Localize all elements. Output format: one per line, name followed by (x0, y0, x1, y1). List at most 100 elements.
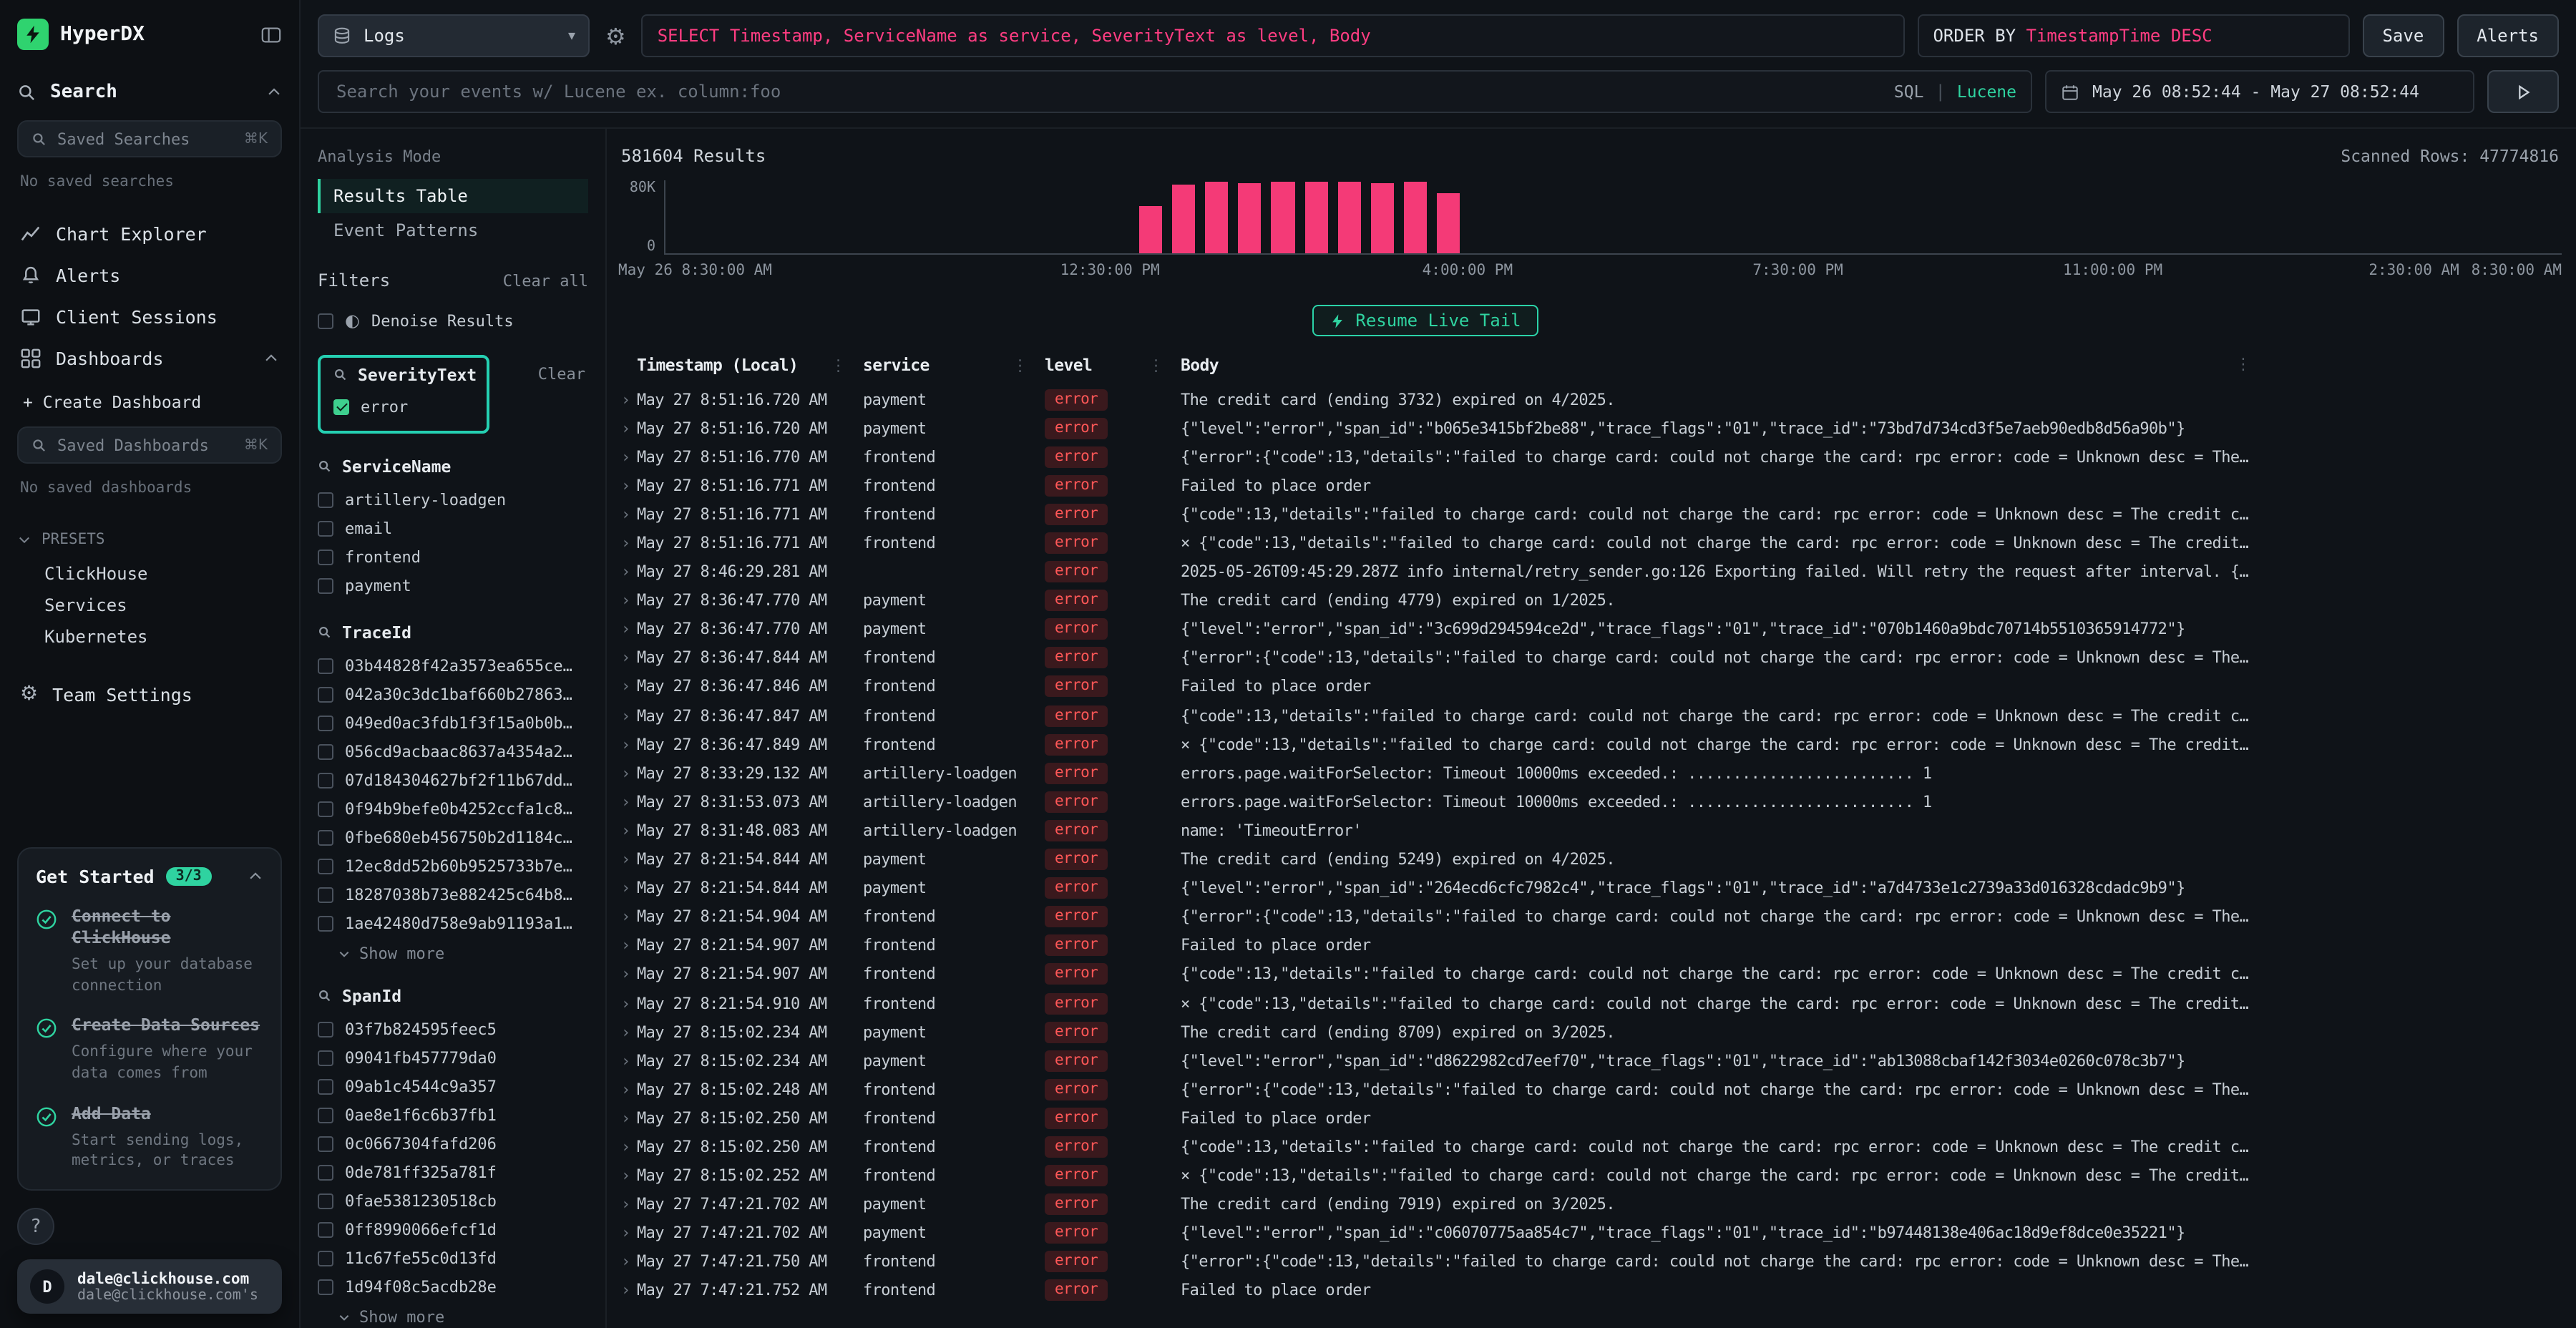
facet-option[interactable]: 18287038b73e882425c64b8… (318, 880, 588, 909)
histogram-bar[interactable] (1140, 206, 1163, 253)
facet-option[interactable]: 09041fb457779da0 (318, 1043, 588, 1072)
table-row[interactable]: ›May 27 8:51:16.770 AMfrontenderror{"err… (618, 442, 2562, 471)
row-expand-chevron[interactable]: › (618, 505, 637, 524)
table-row[interactable]: ›May 27 8:46:29.281 AMerror2025-05-26T09… (618, 557, 2562, 586)
histogram-bar[interactable] (1272, 181, 1294, 253)
table-row[interactable]: ›May 27 8:15:02.234 AMpaymenterror{"leve… (618, 1046, 2562, 1075)
checkbox[interactable] (318, 858, 333, 874)
row-expand-chevron[interactable]: › (618, 1051, 637, 1070)
run-search-button[interactable] (2487, 70, 2559, 113)
checkbox[interactable] (318, 1250, 333, 1266)
help-button[interactable]: ? (17, 1208, 54, 1245)
table-row[interactable]: ›May 27 8:36:47.847 AMfrontenderror{"cod… (618, 701, 2562, 730)
histogram-plot[interactable] (664, 180, 2562, 255)
user-menu[interactable]: D dale@clickhouse.com dale@clickhouse.co… (17, 1259, 282, 1314)
histogram-bar[interactable] (1173, 184, 1196, 253)
checkbox[interactable] (318, 743, 333, 759)
column-header-service[interactable]: service⋮ (863, 355, 1045, 375)
row-expand-chevron[interactable]: › (618, 678, 637, 696)
checkbox[interactable] (318, 829, 333, 845)
presets-header[interactable]: PRESETS (17, 531, 282, 548)
table-row[interactable]: ›May 27 8:51:16.720 AMpaymenterrorThe cr… (618, 385, 2562, 414)
sidebar-item-dashboards[interactable]: Dashboards (17, 338, 282, 379)
table-row[interactable]: ›May 27 7:47:21.752 AMfrontenderrorFaile… (618, 1276, 2562, 1305)
facet-option[interactable]: artillery-loadgen (318, 485, 588, 514)
row-expand-chevron[interactable]: › (618, 649, 637, 668)
checkbox[interactable] (318, 658, 333, 673)
facet-option[interactable]: 1ae42480d758e9ab91193a1… (318, 909, 588, 937)
facet-option[interactable]: 03b44828f42a3573ea655ce… (318, 651, 588, 680)
facet-option[interactable]: 09ab1c4544c9a357 (318, 1072, 588, 1100)
row-expand-chevron[interactable]: › (618, 821, 637, 840)
row-expand-chevron[interactable]: › (618, 1166, 637, 1185)
column-resize-handle[interactable]: ⋮ (2235, 355, 2250, 374)
histogram-bar[interactable] (1304, 182, 1327, 253)
denoise-option[interactable]: ◐ Denoise Results (318, 306, 588, 335)
sql-select-input[interactable]: SELECT Timestamp, ServiceName as service… (642, 14, 1905, 57)
row-expand-chevron[interactable]: › (618, 534, 637, 552)
table-row[interactable]: ›May 27 8:21:54.844 AMpaymenterror{"leve… (618, 874, 2562, 902)
clear-facet-link[interactable]: Clear (538, 365, 585, 384)
sidebar-item-search[interactable]: Search (17, 82, 282, 103)
resume-live-tail-button[interactable]: Resume Live Tail (1312, 305, 1538, 336)
sidebar-preset-item[interactable]: ClickHouse (17, 558, 282, 590)
traceid-show-more[interactable]: Show more (338, 944, 588, 963)
checkbox[interactable] (318, 686, 333, 702)
table-row[interactable]: ›May 27 7:47:21.702 AMpaymenterror{"leve… (618, 1219, 2562, 1247)
column-header-body[interactable]: Body⋮ (1181, 355, 2562, 375)
facet-option[interactable]: 0c0667304fafd206 (318, 1129, 588, 1158)
row-expand-chevron[interactable]: › (618, 390, 637, 409)
table-row[interactable]: ›May 27 8:15:02.234 AMpaymenterrorThe cr… (618, 1017, 2562, 1046)
row-expand-chevron[interactable]: › (618, 1224, 637, 1243)
checkbox[interactable] (318, 715, 333, 731)
row-expand-chevron[interactable]: › (618, 1109, 637, 1128)
sidebar-item-team-settings[interactable]: ⚙ Team Settings (17, 673, 282, 716)
facet-option[interactable]: 1d94f08c5acdb28e (318, 1272, 588, 1301)
facet-option[interactable]: 03f7b824595feec5 (318, 1015, 588, 1043)
sidebar-item-alerts[interactable]: Alerts (17, 255, 282, 296)
table-row[interactable]: ›May 27 8:21:54.907 AMfrontenderrorFaile… (618, 932, 2562, 960)
table-row[interactable]: ›May 27 8:15:02.250 AMfrontenderrorFaile… (618, 1104, 2562, 1133)
histogram-bar[interactable] (1337, 181, 1360, 253)
row-expand-chevron[interactable]: › (618, 965, 637, 984)
facet-header-servicename[interactable]: ServiceName (318, 456, 588, 477)
clear-all-link[interactable]: Clear all (503, 271, 588, 290)
table-row[interactable]: ›May 27 8:31:48.083 AMartillery-loadgene… (618, 816, 2562, 845)
checkbox[interactable] (318, 1107, 333, 1123)
row-expand-chevron[interactable]: › (618, 706, 637, 725)
checkbox[interactable] (318, 1136, 333, 1151)
checkbox[interactable] (318, 772, 333, 788)
row-expand-chevron[interactable]: › (618, 793, 637, 811)
collapse-sidebar-icon[interactable] (260, 24, 282, 45)
checkbox[interactable] (318, 520, 333, 536)
sidebar-preset-item[interactable]: Services (17, 590, 282, 621)
table-row[interactable]: ›May 27 8:51:16.771 AMfrontenderror× {"c… (618, 529, 2562, 557)
row-expand-chevron[interactable]: › (618, 620, 637, 639)
facet-option[interactable]: 0de781ff325a781f (318, 1158, 588, 1186)
table-row[interactable]: ›May 27 8:36:47.770 AMpaymenterrorThe cr… (618, 586, 2562, 615)
facet-option[interactable]: 11c67fe55c0d13fd (318, 1244, 588, 1272)
row-expand-chevron[interactable]: › (618, 1138, 637, 1156)
checkbox[interactable] (318, 1021, 333, 1037)
histogram-bar[interactable] (1239, 183, 1262, 253)
checkbox[interactable] (318, 887, 333, 902)
table-row[interactable]: ›May 27 8:36:47.844 AMfrontenderror{"err… (618, 644, 2562, 673)
row-expand-chevron[interactable]: › (618, 1022, 637, 1041)
column-resize-handle[interactable]: ⋮ (1013, 356, 1045, 374)
get-started-item[interactable]: Add DataStart sending logs, metrics, or … (36, 1103, 263, 1172)
facet-option[interactable]: 049ed0ac3fdb1f3f15a0b0b… (318, 708, 588, 737)
checkbox[interactable] (318, 1221, 333, 1237)
sidebar-item-client-sessions[interactable]: Client Sessions (17, 296, 282, 338)
table-row[interactable]: ›May 27 8:15:02.248 AMfrontenderror{"err… (618, 1075, 2562, 1104)
checkbox[interactable] (318, 313, 333, 328)
facet-option[interactable]: 0fbe680eb456750b2d1184c… (318, 823, 588, 851)
save-button[interactable]: Save (2362, 14, 2444, 57)
table-row[interactable]: ›May 27 8:21:54.844 AMpaymenterrorThe cr… (618, 845, 2562, 874)
table-row[interactable]: ›May 27 8:21:54.907 AMfrontenderror{"cod… (618, 960, 2562, 989)
histogram-bar[interactable] (1370, 183, 1393, 253)
facet-option[interactable]: 0ae8e1f6c6b37fb1 (318, 1100, 588, 1129)
sidebar-item-chart-explorer[interactable]: Chart Explorer (17, 213, 282, 255)
facet-option[interactable]: 0ff8990066efcf1d (318, 1215, 588, 1244)
row-expand-chevron[interactable]: › (618, 764, 637, 783)
checkbox[interactable] (318, 915, 333, 931)
